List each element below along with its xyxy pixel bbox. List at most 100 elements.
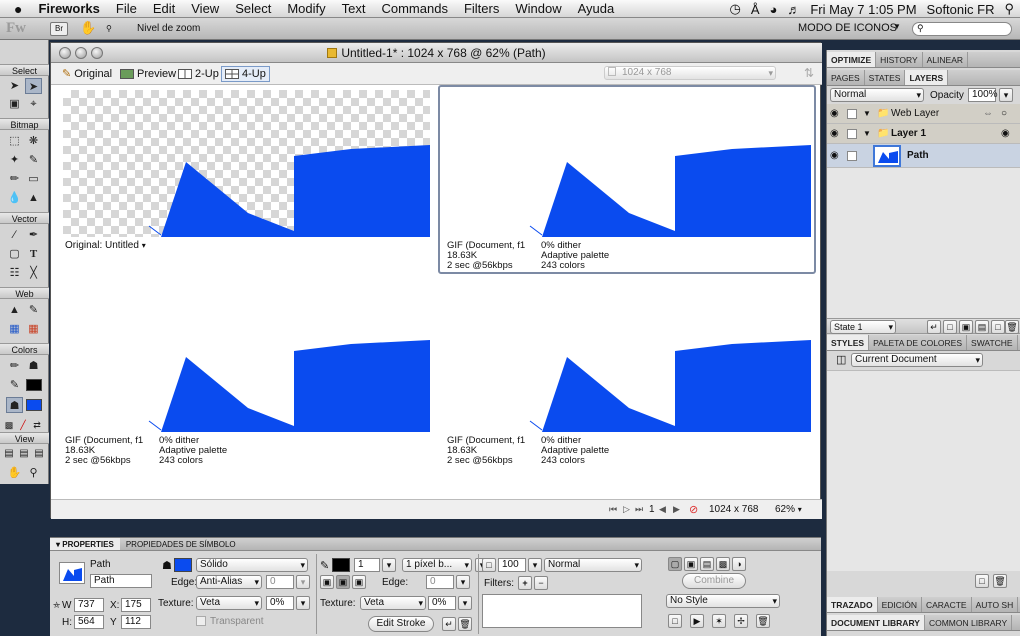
next-frame-icon[interactable]: ▶ [673,504,680,515]
standard-screen-icon[interactable]: ▤ [2,446,16,462]
menu-help[interactable]: Ayuda [570,1,623,16]
view-2up-button[interactable]: 2-Up [175,66,222,82]
chevron-down-icon[interactable]: ▼ [893,22,901,31]
menu-text[interactable]: Text [334,1,374,16]
tab-edit[interactable]: EDICIÓN [878,597,922,612]
brush-tool-icon[interactable]: ✎ [25,152,42,168]
clear-overrides-icon[interactable]: ✢ [734,614,748,628]
stroke-color-icon[interactable]: ✎ [6,377,23,393]
union-path-icon[interactable]: ▢ [668,557,682,571]
spotlight-icon[interactable]: ⚲ [1004,1,1014,17]
view-4up-button[interactable]: 4-Up [221,66,270,82]
fill-texture-amount[interactable]: 0% [266,596,294,610]
menu-app-name[interactable]: Fireworks [30,1,107,16]
marquee-tool-icon[interactable]: ⬚ [6,133,23,149]
hotspot-tool-icon[interactable]: ▲ [6,302,23,318]
preview-size-field[interactable]: 1024 x 768 [604,66,776,80]
tab-document-library[interactable]: DOCUMENT LIBRARY [827,615,925,630]
stroke-center-icon[interactable]: ▣ [336,575,350,589]
view-preview-button[interactable]: Preview [117,66,179,82]
rectangle-tool-icon[interactable]: ▢ [6,246,23,262]
menu-filters[interactable]: Filters [456,1,507,16]
eyedropper-tool-icon[interactable]: ✏ [6,358,23,374]
menu-select[interactable]: Select [227,1,279,16]
new-sublayer-icon[interactable]: ↵ [927,320,941,334]
minimize-window-button[interactable] [75,47,87,59]
blur-tool-icon[interactable]: 💧 [6,190,23,206]
stroke-size-input[interactable]: 1 [354,558,380,572]
stroke-delete-icon[interactable]: 🗑 [458,617,472,631]
remove-filter-button[interactable]: − [534,576,548,590]
layer-opacity-input[interactable]: 100% [968,88,998,102]
view-original-button[interactable]: ✎ Original [59,66,115,82]
stroke-texture-amount[interactable]: 0% [428,596,456,610]
last-frame-icon[interactable]: ⏭ [635,504,643,515]
pencil-tool-icon[interactable]: ✏ [6,171,23,187]
eraser-tool-icon[interactable]: ▭ [25,171,42,187]
stroke-inside-icon[interactable]: ▣ [320,575,334,589]
constrain-lock-icon[interactable]: ⛤ [53,600,60,611]
tab-optimize[interactable]: OPTIMIZE [827,52,877,67]
tab-color-palette[interactable]: PALETA DE COLORES [869,335,968,350]
object-blend-select[interactable]: Normal [544,558,642,572]
pen-tool-icon[interactable]: ✒ [25,227,42,243]
x-input[interactable]: 175 [121,598,151,612]
text-tool-icon[interactable]: T [25,246,42,262]
time-machine-icon[interactable]: ◷ [729,1,740,17]
bridge-icon[interactable]: Br [50,22,68,36]
opacity-slider-button[interactable]: ▾ [999,88,1013,102]
object-name-input[interactable]: Path [90,574,152,588]
pane-original-info[interactable]: Original: Untitled ▾ [65,241,146,251]
layer-row-path[interactable]: ◉ Path [827,144,1020,168]
pane-4-info-format[interactable]: GIF (Document, f1 18.63K 2 sec @56kbps [447,436,525,466]
filters-list[interactable] [482,594,642,628]
stroke-color-well[interactable] [332,558,350,572]
menu-modify[interactable]: Modify [279,1,333,16]
share-layer-icon[interactable]: ⇔ [983,104,993,124]
break-style-link-icon[interactable]: ✶ [712,614,726,628]
clock[interactable]: Fri May 7 1:05 PM [810,2,916,17]
combine-button[interactable]: Combine [682,573,746,589]
object-opacity-input[interactable]: 100 [498,558,526,572]
eye-icon[interactable]: ◉ [830,124,839,144]
volume-icon[interactable]: ♬ [787,2,800,17]
export-preview-icon[interactable]: ⇅ [804,66,814,80]
lock-checkbox[interactable] [847,151,857,161]
stroke-attach-icon[interactable]: ↵ [442,617,456,631]
tab-layers[interactable]: LAYERS [905,70,949,85]
split-path-icon[interactable]: ◑ [732,557,746,571]
preview-pane-3[interactable] [63,285,430,432]
layer-row-layer1[interactable]: ◉ ▼ 📁 Layer 1 ◉ [827,124,1020,144]
lock-checkbox[interactable] [847,129,857,139]
fill-edge-slider[interactable]: ▾ [296,575,310,589]
default-colors-icon[interactable]: ▩ [2,417,16,433]
tab-styles[interactable]: STYLES [827,335,870,350]
hide-slices-icon[interactable]: ▦ [6,321,23,337]
paint-bucket-tool-icon[interactable]: ☗ [25,358,42,374]
slice-tool-icon[interactable]: ✎ [25,302,42,318]
tab-align[interactable]: ALINEAR [923,52,968,67]
stroke-edge-amount[interactable]: 0 [426,575,454,589]
scale-tool-icon[interactable]: ▣ [6,96,23,112]
pane-3-info-format[interactable]: GIF (Document, f1 18.63K 2 sec @56kbps [65,436,143,466]
workspace-switcher[interactable]: MODO DE ICONOS [798,22,897,34]
close-window-button[interactable] [59,47,71,59]
new-style-icon[interactable]: □ [975,574,989,588]
redefine-style-icon[interactable]: ▶ [690,614,704,628]
fill-edge-amount[interactable]: 0 [266,575,294,589]
preview-pane-2[interactable] [444,90,811,237]
stroke-color-swatch[interactable] [26,379,42,391]
object-opacity-slider[interactable]: ▾ [528,558,542,572]
new-duplicate-icon[interactable]: □ [991,320,1005,334]
rubber-stamp-tool-icon[interactable]: ▲ [25,190,42,206]
zoom-tool-icon[interactable]: ⚲ [106,24,112,33]
transparent-checkbox[interactable] [196,616,206,626]
fill-color-well[interactable] [174,558,192,572]
full-screen-icon[interactable]: ▤ [32,446,46,462]
tab-properties[interactable]: ▾ PROPERTIES [50,538,120,550]
line-tool-icon[interactable]: ∕ [6,227,23,243]
layer-blend-mode-select[interactable]: Normal [830,88,924,102]
y-input[interactable]: 112 [121,615,151,629]
stroke-size-slider[interactable]: ▾ [382,558,396,572]
tab-auto-shape[interactable]: AUTO SH [972,597,1019,612]
